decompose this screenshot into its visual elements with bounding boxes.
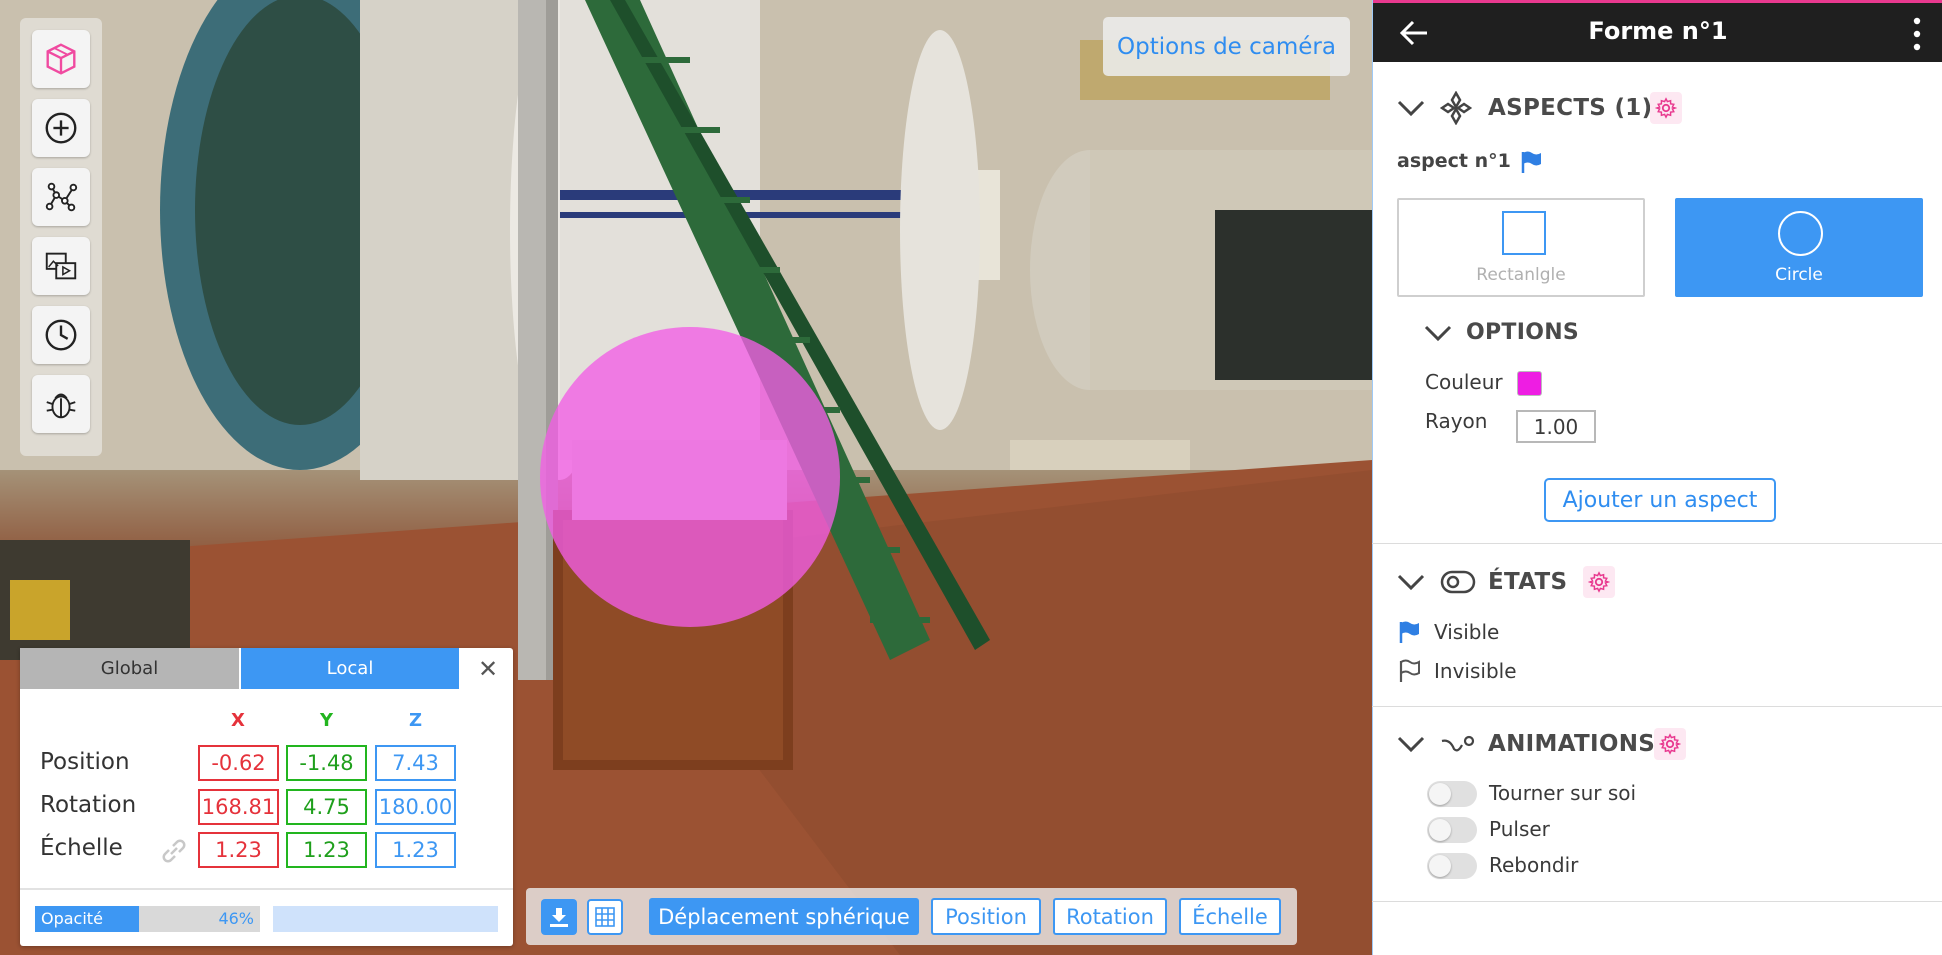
grid-toggle-button[interactable] bbox=[587, 899, 623, 935]
visible-flag-icon[interactable] bbox=[1398, 620, 1420, 644]
link-icon[interactable] bbox=[158, 835, 190, 867]
inspector-title: Forme n°1 bbox=[1588, 17, 1728, 45]
states-chevron-down-icon[interactable] bbox=[1397, 573, 1425, 591]
rotation-label: Rotation bbox=[40, 792, 137, 818]
radius-input[interactable]: 1.00 bbox=[1516, 410, 1596, 443]
axis-y-header: Y bbox=[320, 710, 334, 731]
drop-to-floor-button[interactable] bbox=[541, 899, 577, 935]
state-invisible[interactable]: Invisible bbox=[1434, 659, 1517, 683]
animation-pulse-label: Pulser bbox=[1489, 817, 1550, 841]
animations-section-title: ANIMATIONS bbox=[1488, 731, 1656, 757]
position-y-field[interactable]: -1.48 bbox=[286, 745, 367, 781]
states-section-title: ÉTATS bbox=[1488, 569, 1568, 595]
position-x-field[interactable]: -0.62 bbox=[198, 745, 279, 781]
close-icon[interactable]: ✕ bbox=[463, 648, 513, 689]
position-z-field[interactable]: 7.43 bbox=[375, 745, 456, 781]
bottom-toolbar: Déplacement sphérique Position Rotation … bbox=[526, 888, 1297, 945]
animation-curve-icon bbox=[1441, 735, 1475, 752]
shape-rectangle-card[interactable]: Rectanlgle bbox=[1397, 198, 1645, 297]
options-chevron-down-icon[interactable] bbox=[1424, 324, 1452, 342]
state-visible[interactable]: Visible bbox=[1434, 620, 1499, 644]
animations-settings-button[interactable] bbox=[1654, 728, 1686, 760]
states-settings-button[interactable] bbox=[1583, 566, 1615, 598]
toggle-bounce[interactable] bbox=[1427, 853, 1477, 879]
mode-scale-button[interactable]: Échelle bbox=[1179, 898, 1281, 935]
mode-position-button[interactable]: Position bbox=[931, 898, 1041, 935]
grid-icon bbox=[595, 907, 615, 927]
animation-spin-label: Tourner sur soi bbox=[1489, 781, 1637, 805]
clock-icon bbox=[45, 319, 77, 351]
axis-x-header: X bbox=[231, 710, 245, 731]
history-button[interactable] bbox=[32, 306, 90, 364]
section-separator bbox=[1372, 901, 1942, 902]
more-vertical-icon[interactable] bbox=[1913, 17, 1921, 51]
inspector-header: Forme n°1 bbox=[1373, 0, 1942, 62]
flag-icon[interactable] bbox=[1520, 150, 1542, 174]
opacity-value: 46% bbox=[218, 909, 254, 928]
mode-rotation-button[interactable]: Rotation bbox=[1053, 898, 1167, 935]
mode-spherical-button[interactable]: Déplacement sphérique bbox=[649, 898, 919, 935]
volume-slider[interactable] bbox=[273, 906, 498, 932]
animation-bounce-label: Rebondir bbox=[1489, 853, 1579, 877]
circle-shape-icon bbox=[1778, 211, 1823, 256]
opacity-slider[interactable]: Opacité 46% bbox=[35, 906, 260, 932]
aspect-name: aspect n°1 bbox=[1397, 150, 1511, 172]
section-separator bbox=[1372, 706, 1942, 707]
camera-options-button[interactable]: Options de caméra bbox=[1103, 17, 1350, 76]
cube-icon bbox=[46, 43, 76, 75]
gear-icon bbox=[1588, 571, 1610, 593]
scale-y-field[interactable]: 1.23 bbox=[286, 832, 367, 868]
chevron-down-icon[interactable] bbox=[1397, 99, 1425, 117]
options-title: OPTIONS bbox=[1466, 320, 1580, 345]
rotation-z-field[interactable]: 180.00 bbox=[375, 789, 456, 825]
shape-rectangle-label: Rectanlgle bbox=[1476, 265, 1566, 285]
app-root: Options de caméra Global Local ✕ X Y Z P… bbox=[0, 0, 1942, 955]
shape-circle-card[interactable]: Circle bbox=[1675, 198, 1923, 297]
color-label: Couleur bbox=[1425, 370, 1503, 394]
section-separator bbox=[1372, 543, 1942, 544]
opacity-label: Opacité bbox=[41, 909, 103, 928]
add-element-button[interactable] bbox=[32, 99, 90, 157]
invisible-flag-icon[interactable] bbox=[1398, 659, 1420, 683]
gear-icon bbox=[1659, 733, 1681, 755]
axis-z-header: Z bbox=[409, 710, 423, 731]
gear-icon bbox=[1655, 97, 1677, 119]
add-aspect-button[interactable]: Ajouter un aspect bbox=[1544, 478, 1776, 522]
media-button[interactable] bbox=[32, 237, 90, 295]
position-label: Position bbox=[40, 749, 130, 775]
tab-global[interactable]: Global bbox=[20, 648, 239, 689]
scale-label: Échelle bbox=[40, 835, 123, 861]
rotation-y-field[interactable]: 4.75 bbox=[286, 789, 367, 825]
aspects-settings-button[interactable] bbox=[1650, 92, 1682, 124]
left-toolbar bbox=[20, 18, 102, 456]
media-gallery-icon bbox=[45, 252, 77, 280]
rotation-x-field[interactable]: 168.81 bbox=[198, 789, 279, 825]
aspects-section-title: ASPECTS (1) bbox=[1488, 95, 1653, 121]
graph-nodes-icon bbox=[45, 182, 78, 212]
cube-icon-button[interactable] bbox=[32, 30, 90, 88]
color-swatch[interactable] bbox=[1517, 371, 1542, 396]
shape-circle-label: Circle bbox=[1775, 265, 1823, 285]
radius-label: Rayon bbox=[1425, 409, 1488, 433]
toggle-state-icon bbox=[1440, 570, 1476, 594]
tab-local[interactable]: Local bbox=[241, 648, 459, 689]
toggle-spin[interactable] bbox=[1427, 781, 1477, 807]
scale-z-field[interactable]: 1.23 bbox=[375, 832, 456, 868]
graph-button[interactable] bbox=[32, 168, 90, 226]
panel-divider bbox=[20, 888, 513, 890]
scale-x-field[interactable]: 1.23 bbox=[198, 832, 279, 868]
download-arrow-icon bbox=[550, 908, 568, 927]
debug-button[interactable] bbox=[32, 375, 90, 433]
add-circle-icon bbox=[45, 112, 77, 144]
transform-tabs: Global Local ✕ bbox=[20, 648, 513, 689]
sparkle-icon bbox=[1440, 91, 1472, 125]
bug-icon bbox=[46, 393, 76, 419]
rectangle-shape-icon bbox=[1502, 211, 1546, 255]
animations-chevron-down-icon[interactable] bbox=[1397, 735, 1425, 753]
toggle-pulse[interactable] bbox=[1427, 817, 1477, 843]
